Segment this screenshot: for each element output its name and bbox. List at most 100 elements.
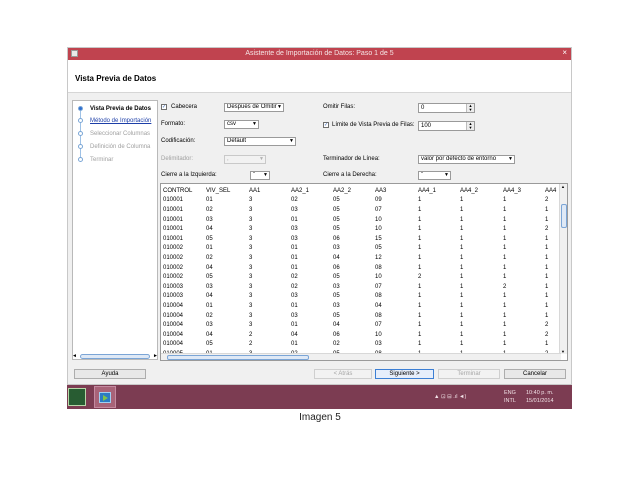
table-cell: 1: [460, 264, 464, 271]
table-cell: 1: [460, 293, 464, 300]
table-cell: 010002: [163, 245, 184, 252]
table-cell: 05: [206, 274, 213, 281]
clock-time[interactable]: 10:40 p. m.: [526, 390, 554, 396]
column-header[interactable]: AA3: [375, 186, 418, 196]
step-metodo-importacion[interactable]: Método de Importación: [90, 118, 151, 124]
column-header[interactable]: AA4_1: [418, 186, 460, 196]
step-seleccionar-columnas: Seleccionar Columnas: [90, 131, 151, 137]
formato-select[interactable]: csv ▼: [224, 120, 259, 129]
table-cell: 010004: [163, 331, 184, 338]
scroll-left-icon[interactable]: ◄: [72, 353, 77, 359]
close-icon[interactable]: ×: [562, 48, 567, 57]
step-vista-previa[interactable]: Vista Previa de Datos: [90, 106, 151, 112]
spinner-arrows-icon[interactable]: ▲ ▼: [466, 104, 474, 112]
taskbar-active-app-icon[interactable]: [94, 386, 116, 408]
cierre-derecha-select[interactable]: " ▼: [418, 171, 451, 180]
table-cell: 05: [333, 197, 340, 204]
cancel-button[interactable]: Cancelar: [504, 369, 566, 379]
column-header[interactable]: AA4_3: [503, 186, 545, 196]
table-cell: 1: [418, 293, 422, 300]
column-header[interactable]: AA4: [545, 186, 557, 196]
table-cell: 02: [206, 254, 213, 261]
table-row: 010001 02 3 03 05 07 1 1 1 1: [163, 205, 557, 215]
help-button[interactable]: Ayuda: [74, 369, 146, 379]
table-cell: 05: [333, 216, 340, 223]
spinner-arrows-icon[interactable]: ▲ ▼: [466, 122, 474, 130]
cabecera-mode-select[interactable]: Después de Omitir ▼: [224, 103, 284, 112]
chevron-down-icon: ▼: [444, 172, 449, 178]
table-cell: 08: [375, 264, 382, 271]
limite-filas-stepper[interactable]: 100 ▲ ▼: [418, 121, 475, 131]
terminador-select[interactable]: valor por defecto de entorno ▼: [418, 155, 515, 164]
scrollbar-thumb[interactable]: [167, 355, 309, 360]
table-cell: 2: [249, 341, 253, 348]
cierre-izquierda-label: Cierre a la Izquierda:: [161, 172, 217, 178]
table-cell: 03: [291, 235, 298, 242]
table-cell: 1: [503, 274, 507, 281]
region-indicator[interactable]: INTL: [504, 398, 516, 404]
table-cell: 03: [333, 245, 340, 252]
omitir-filas-stepper[interactable]: 0 ▲ ▼: [418, 103, 475, 113]
chevron-down-icon: ▼: [259, 156, 264, 162]
column-header[interactable]: CONTROL: [163, 186, 206, 196]
tray-icons[interactable]: ▲ ⊡ ⊟ .ıl ◄): [434, 394, 466, 400]
limite-checkbox[interactable]: ✓: [323, 122, 329, 128]
omitir-filas-value: 0: [421, 105, 425, 111]
table-cell: 1: [545, 254, 549, 261]
finish-button[interactable]: Terminar: [438, 369, 500, 379]
table-row: 010003 03 3 02 03 07 1 1 2 1: [163, 282, 557, 292]
table-cell: 01: [291, 341, 298, 348]
table-cell: 1: [503, 254, 507, 261]
table-row: 010004 05 2 01 02 03 1 1 1 1: [163, 340, 557, 350]
table-cell: 3: [249, 245, 253, 252]
table-cell: 010004: [163, 302, 184, 309]
cierre-izquierda-select[interactable]: " ▼: [250, 171, 270, 180]
chevron-down-icon: ▼: [263, 172, 268, 178]
steps-panel: Vista Previa de Datos Método de Importac…: [72, 100, 158, 360]
delimitador-select: , ▼: [224, 155, 266, 164]
table-cell: 1: [503, 302, 507, 309]
language-indicator[interactable]: ENG: [504, 390, 516, 396]
scroll-right-icon[interactable]: ►: [153, 353, 158, 359]
table-cell: 01: [206, 197, 213, 204]
column-header[interactable]: VIV_SEL: [206, 186, 249, 196]
title-bar[interactable]: Asistente de Importación de Datos: Paso …: [68, 48, 571, 60]
clock-date[interactable]: 15/01/2014: [526, 398, 554, 404]
steps-horizontal-scrollbar[interactable]: ◄ ►: [72, 353, 158, 360]
scroll-down-icon[interactable]: ▼: [561, 349, 565, 354]
table-cell: 010004: [163, 341, 184, 348]
cabecera-checkbox[interactable]: ✓: [161, 104, 167, 110]
column-header[interactable]: AA1: [249, 186, 291, 196]
codificacion-label: Codificación:: [161, 138, 196, 144]
chevron-down-icon: ▼: [508, 156, 513, 162]
table-cell: 05: [333, 293, 340, 300]
table-cell: 04: [206, 331, 213, 338]
table-cell: 01: [291, 216, 298, 223]
column-header[interactable]: AA2_1: [291, 186, 333, 196]
scrollbar-thumb[interactable]: [80, 354, 150, 359]
table-cell: 1: [545, 264, 549, 271]
table-cell: 03: [291, 293, 298, 300]
table-cell: 010001: [163, 197, 184, 204]
page-title: Vista Previa de Datos: [75, 74, 157, 83]
taskbar-app-icon[interactable]: [68, 388, 86, 406]
scroll-up-icon[interactable]: ▲: [561, 184, 565, 189]
table-cell: 05: [333, 312, 340, 319]
table-cell: 1: [418, 283, 422, 290]
grid-vertical-scrollbar[interactable]: ▲ ▼: [559, 184, 567, 354]
table-cell: 01: [291, 254, 298, 261]
preview-grid[interactable]: CONTROL VIV_SEL AA1 AA2_1 AA2_2 AA3 AA4_1 AA4_2…: [160, 183, 568, 361]
next-button[interactable]: Siguiente >: [375, 369, 434, 379]
grid-horizontal-scrollbar[interactable]: [161, 353, 561, 360]
column-header[interactable]: AA2_2: [333, 186, 375, 196]
table-cell: 07: [375, 283, 382, 290]
back-button[interactable]: < Atrás: [314, 369, 372, 379]
chevron-down-icon: ▼: [277, 104, 282, 110]
table-cell: 2: [545, 197, 549, 204]
codificacion-select[interactable]: Default ▼: [224, 137, 296, 146]
delimitador-label: Delimitador:: [161, 156, 194, 162]
scrollbar-thumb[interactable]: [561, 204, 567, 228]
column-header[interactable]: AA4_2: [460, 186, 503, 196]
table-row: 010002 05 3 02 05 10 2 1 1 1: [163, 272, 557, 282]
table-cell: 3: [249, 235, 253, 242]
